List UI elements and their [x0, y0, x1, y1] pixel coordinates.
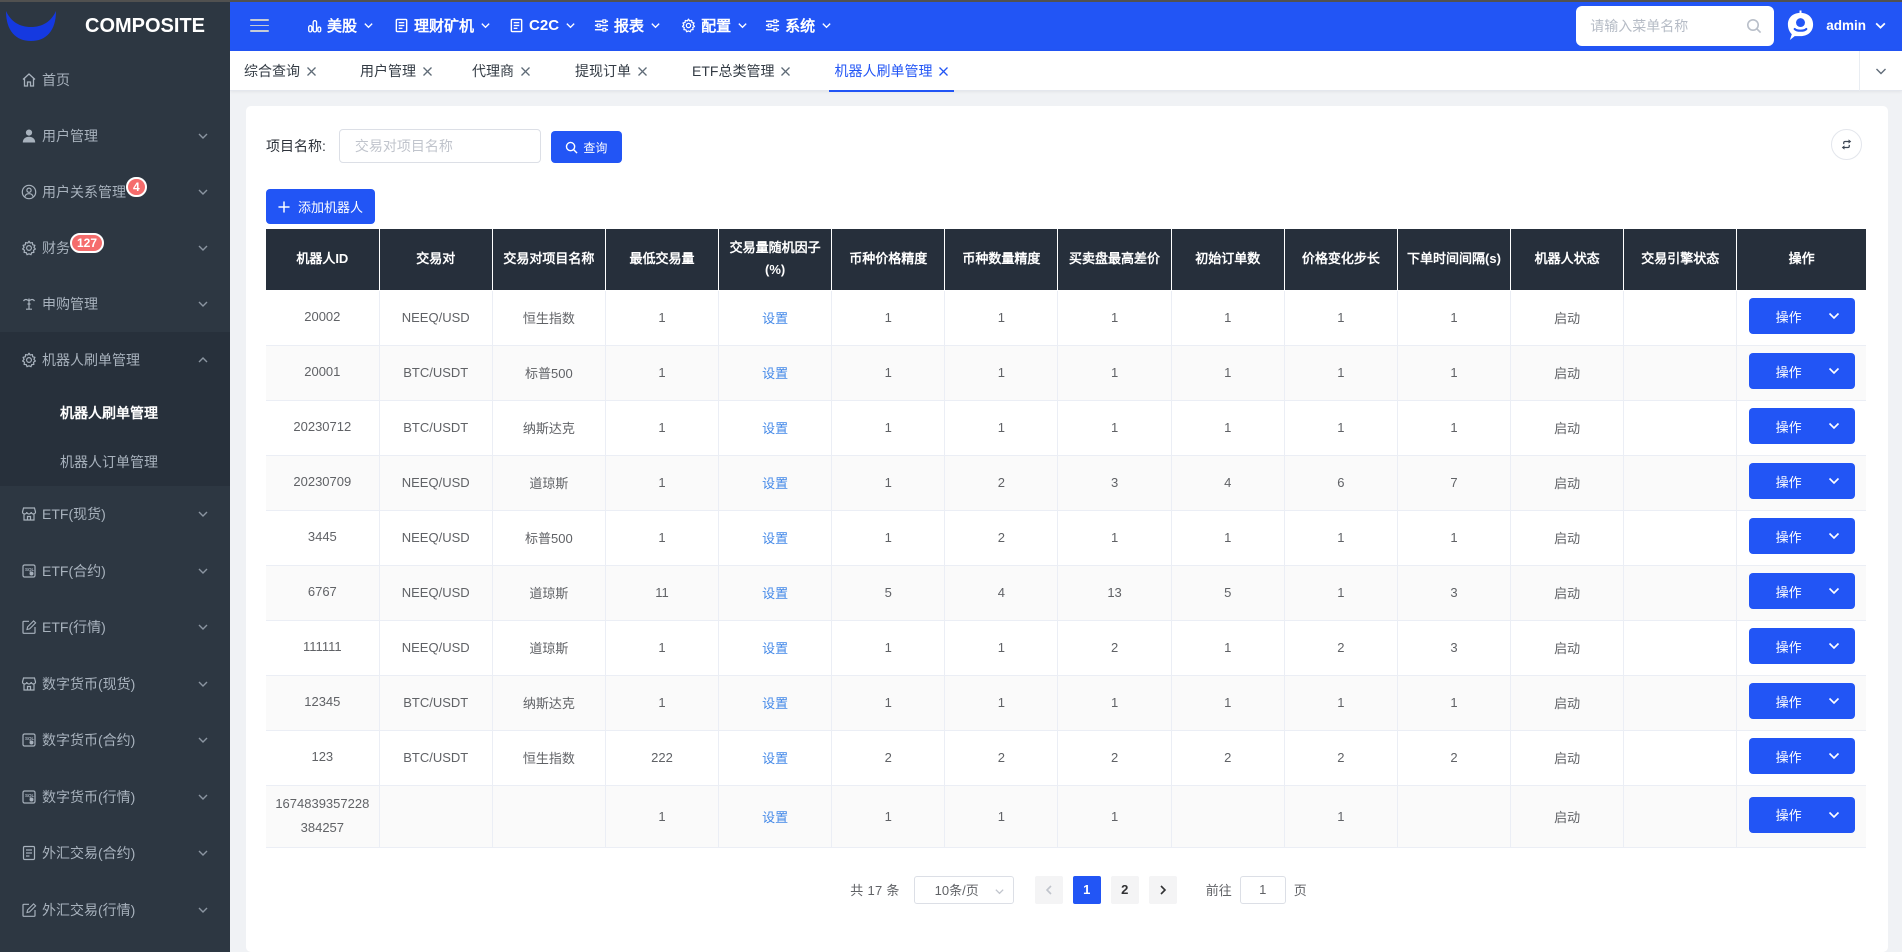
svg-text:SQL: SQL [25, 736, 35, 741]
svg-text:SQL: SQL [25, 567, 35, 572]
svg-text:SQL: SQL [25, 793, 35, 798]
